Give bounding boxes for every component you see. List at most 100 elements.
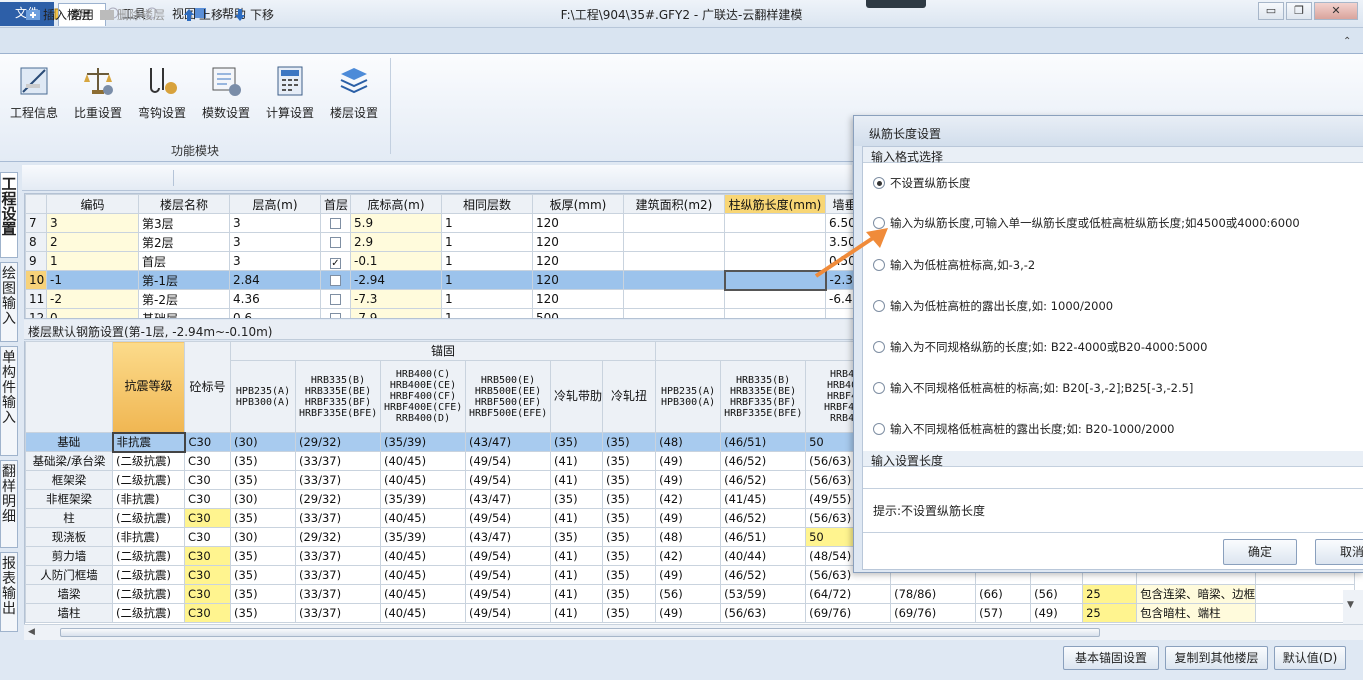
anchor-value-cell[interactable]: (41) [550, 546, 603, 566]
floor-cell-height[interactable]: 3 [229, 251, 321, 271]
anchor-value-cell[interactable]: (46/51) [720, 527, 807, 547]
floor-cell-code[interactable]: 2 [46, 232, 139, 252]
seismic-level-cell[interactable]: (二级抗震) [112, 508, 185, 528]
lap-value-cell[interactable]: 25 [1082, 584, 1138, 604]
first-floor-checkbox[interactable] [330, 275, 341, 286]
scroll-down-icon[interactable]: ▼ [1347, 600, 1359, 610]
anchor-value-cell[interactable]: (46/52) [720, 565, 807, 585]
anchor-value-cell[interactable]: (35) [550, 527, 603, 547]
anchor-value-cell[interactable]: (49) [655, 565, 722, 585]
floor-settings-button[interactable]: 楼层设置 [323, 64, 385, 124]
rebar-row-header[interactable]: 基础梁/承台梁 [25, 451, 113, 471]
anchor-value-cell[interactable]: (35) [601, 603, 657, 623]
floor-cell-area[interactable] [623, 251, 725, 271]
floor-cell-name[interactable]: 第3层 [138, 213, 230, 233]
anchor-value-cell[interactable]: (35/39) [380, 489, 466, 509]
basic-anchor-settings-button[interactable]: 基本锚固设置 [1063, 646, 1159, 670]
anchor-value-cell[interactable]: (41) [550, 470, 603, 490]
format-option-0[interactable]: 不设置纵筋长度 [873, 175, 971, 191]
lap-value-cell[interactable] [1255, 584, 1355, 604]
anchor-value-cell[interactable]: (64/72) [805, 584, 892, 604]
floor-cell-same[interactable]: 1 [441, 251, 533, 271]
anchor-value-cell[interactable]: (33/37) [295, 603, 381, 623]
anchor-value-cell[interactable]: (41) [550, 565, 603, 585]
sidebar-tab-drawing-input[interactable]: 绘图输入 [0, 262, 18, 342]
anchor-value-cell[interactable]: (33/37) [295, 546, 381, 566]
floor-cell-len[interactable] [724, 289, 826, 309]
floor-cell-first[interactable] [320, 213, 351, 233]
anchor-value-cell[interactable]: (35) [550, 432, 603, 452]
rebar-row-header[interactable]: 基础 [25, 432, 113, 452]
floor-cell-area[interactable] [623, 308, 725, 318]
col-header-height[interactable]: 层高(m) [229, 194, 321, 214]
default-value-button[interactable]: 默认值(D) [1274, 646, 1346, 670]
anchor-value-cell[interactable]: (42) [655, 546, 722, 566]
floor-cell-first[interactable] [320, 232, 351, 252]
anchor-value-cell[interactable]: (49/54) [465, 546, 551, 566]
anchor-value-cell[interactable]: (35) [601, 527, 657, 547]
copy-to-other-floors-button[interactable]: 复制到其他楼层 [1165, 646, 1268, 670]
sidebar-tab-report-output[interactable]: 报表输出 [0, 552, 18, 632]
floor-cell-area[interactable] [623, 232, 725, 252]
anchor-value-cell[interactable]: (33/37) [295, 470, 381, 490]
floor-cell-name[interactable]: 第-1层 [138, 270, 230, 290]
anchor-value-cell[interactable]: (56/63) [720, 603, 807, 623]
seismic-level-cell[interactable]: (二级抗震) [112, 470, 185, 490]
sidebar-tab-component-input[interactable]: 单构件输入 [0, 346, 18, 456]
anchor-value-cell[interactable]: (49/54) [465, 584, 551, 604]
anchor-value-cell[interactable]: (49/54) [465, 565, 551, 585]
radio-icon[interactable] [873, 382, 885, 394]
anchor-value-cell[interactable]: (41) [550, 508, 603, 528]
floor-row[interactable]: 12 0 基础层 0.6 -7.9 1 500 [25, 308, 853, 318]
anchor-value-cell[interactable]: (40/45) [380, 565, 466, 585]
floor-cell-code[interactable]: 1 [46, 251, 139, 271]
col-header-same[interactable]: 相同层数 [441, 194, 533, 214]
anchor-value-cell[interactable]: (33/37) [295, 451, 381, 471]
anchor-value-cell[interactable]: (35) [230, 470, 296, 490]
floor-cell-area[interactable] [623, 289, 725, 309]
floor-cell-same[interactable]: 1 [441, 270, 533, 290]
anchor-value-cell[interactable]: (35) [601, 584, 657, 604]
anchor-value-cell[interactable]: (35) [601, 546, 657, 566]
anchor-value-cell[interactable]: (40/45) [380, 451, 466, 471]
concrete-grade-cell[interactable]: C30 [184, 603, 231, 623]
lap-value-cell[interactable] [1255, 603, 1355, 623]
anchor-value-cell[interactable]: (35) [601, 565, 657, 585]
delete-floor-button[interactable]: 删除楼层 [100, 6, 165, 23]
floor-cell-name[interactable]: 首层 [138, 251, 230, 271]
concrete-grade-cell[interactable]: C30 [184, 470, 231, 490]
lap-value-cell[interactable]: (69/76) [890, 603, 977, 623]
floor-cell-code[interactable]: -1 [46, 270, 139, 290]
anchor-value-cell[interactable]: (33/37) [295, 584, 381, 604]
rebar-row-header[interactable]: 框架梁 [25, 470, 113, 490]
anchor-value-cell[interactable]: (35) [601, 451, 657, 471]
floor-row[interactable]: 11-2第-2层4.36 -7.31120 -6.40 [25, 289, 853, 309]
anchor-value-cell[interactable]: (49) [655, 508, 722, 528]
col-header-column-rebar-length[interactable]: 柱纵筋长度(mm) [724, 194, 826, 214]
rebar-row-header[interactable]: 柱 [25, 508, 113, 528]
col-header-seismic[interactable]: 抗震等级 [112, 341, 185, 433]
anchor-value-cell[interactable]: (29/32) [295, 527, 381, 547]
anchor-value-cell[interactable]: (35) [601, 470, 657, 490]
lap-value-cell[interactable]: 包含连梁、暗梁、边框梁 [1136, 584, 1257, 604]
anchor-value-cell[interactable]: (40/45) [380, 546, 466, 566]
floor-cell-first[interactable] [320, 289, 351, 309]
anchor-value-cell[interactable]: (41) [550, 603, 603, 623]
anchor-value-cell[interactable]: (56) [655, 584, 722, 604]
floor-cell-name[interactable]: 第2层 [138, 232, 230, 252]
floor-cell-code[interactable]: -2 [46, 289, 139, 309]
concrete-grade-cell[interactable]: C30 [184, 584, 231, 604]
anchor-value-cell[interactable]: (40/45) [380, 470, 466, 490]
lap-value-cell[interactable]: (57) [975, 603, 1032, 623]
cancel-button[interactable]: 取消 [1315, 539, 1363, 565]
anchor-value-cell[interactable]: (35) [601, 432, 657, 452]
rebar-row-header[interactable]: 非框架梁 [25, 489, 113, 509]
format-option-4[interactable]: 输入为不同规格纵筋的长度;如: B22-4000或B20-4000:5000 [873, 339, 1207, 355]
concrete-grade-cell[interactable]: C30 [184, 432, 231, 452]
concrete-grade-cell[interactable]: C30 [184, 508, 231, 528]
anchor-value-cell[interactable]: (48) [655, 432, 722, 452]
first-floor-checkbox[interactable] [330, 237, 341, 248]
lap-value-cell[interactable]: (78/86) [890, 584, 977, 604]
floor-cell-same[interactable]: 1 [441, 308, 533, 318]
anchor-value-cell[interactable]: (35/39) [380, 432, 466, 452]
